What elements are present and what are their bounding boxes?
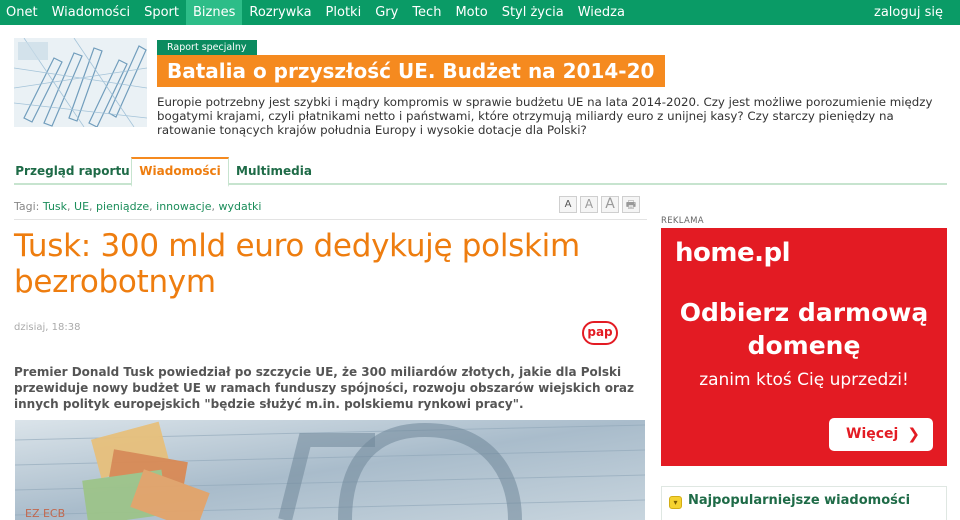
euro-banknote-photo: EZ ECB (15, 420, 645, 520)
tab-przeglad-raportu[interactable]: Przegląd raportu (14, 157, 131, 185)
nav-item-styl-zycia[interactable]: Styl życia (495, 0, 571, 25)
nav-item-wiadomosci[interactable]: Wiadomości (45, 0, 138, 25)
report-tabs: Przegląd raportu Wiadomości Multimedia (14, 157, 947, 187)
font-size-small-button[interactable]: A (559, 196, 577, 213)
nav-item-onet[interactable]: Onet (0, 0, 45, 25)
font-size-large-button[interactable]: A (601, 196, 619, 213)
report-thumbnail[interactable] (14, 38, 147, 127)
euro-notes-illustration (14, 38, 147, 127)
ad-label: REKLAMA (661, 216, 704, 226)
svg-text:EZ ECB: EZ ECB (25, 507, 65, 520)
ad-subtitle: zanim ktoś Cię uprzedzi! (699, 370, 909, 390)
tab-multimedia[interactable]: Multimedia (229, 157, 319, 185)
tag-link[interactable]: UE (74, 200, 89, 213)
divider (14, 219, 647, 220)
article-tools: A A A 🖶 (559, 196, 640, 213)
font-size-medium-button[interactable]: A (580, 196, 598, 213)
top-navigation: Onet Wiadomości Sport Biznes Rozrywka Pl… (0, 0, 960, 25)
ad-brand: home.pl (675, 238, 791, 268)
tag-link[interactable]: wydatki (218, 200, 261, 213)
login-link[interactable]: zaloguj się (874, 0, 943, 25)
chevron-down-icon[interactable]: ▾ (669, 496, 682, 509)
report-badge[interactable]: Raport specjalny (157, 40, 257, 55)
report-description: Europie potrzebny jest szybki i mądry ko… (157, 95, 933, 137)
nav-item-plotki[interactable]: Plotki (319, 0, 369, 25)
article-headline: Tusk: 300 mld euro dedykuję polskim bezr… (14, 228, 580, 300)
tags-label: Tagi: (14, 200, 40, 213)
tag-link[interactable]: Tusk (43, 200, 67, 213)
pap-logo: pap (582, 321, 618, 345)
nav-item-rozrywka[interactable]: Rozrywka (242, 0, 318, 25)
article-tags: Tagi: Tusk, UE, pieniądze, innowacje, wy… (14, 200, 262, 213)
nav-item-wiedza[interactable]: Wiedza (571, 0, 632, 25)
home-pl-advertisement[interactable]: home.pl Odbierz darmową domenę zanim kto… (661, 228, 947, 466)
ad-button-label: Więcej (846, 426, 899, 442)
nav-item-moto[interactable]: Moto (448, 0, 494, 25)
nav-item-tech[interactable]: Tech (405, 0, 448, 25)
nav-item-sport[interactable]: Sport (137, 0, 186, 25)
tag-link[interactable]: pieniądze (96, 200, 149, 213)
tag-link[interactable]: innowacje (156, 200, 211, 213)
tab-wiadomosci[interactable]: Wiadomości (131, 157, 229, 187)
nav-item-gry[interactable]: Gry (368, 0, 405, 25)
article-photo[interactable]: EZ ECB (15, 420, 645, 520)
popular-news-header[interactable]: ▾ Najpopularniejsze wiadomości (662, 487, 948, 520)
report-title[interactable]: Batalia o przyszłość UE. Budżet na 2014-… (157, 55, 665, 87)
nav-item-biznes[interactable]: Biznes (186, 0, 243, 25)
article-lead: Premier Donald Tusk powiedział po szczyc… (14, 365, 634, 411)
ad-headline: Odbierz darmową domenę (679, 298, 929, 360)
print-icon[interactable]: 🖶 (622, 196, 640, 213)
popular-news-box: ▾ Najpopularniejsze wiadomości (661, 486, 947, 520)
article-date: dzisiaj, 18:38 (14, 322, 81, 333)
ad-more-button[interactable]: Więcej ❯ (829, 418, 933, 451)
chevron-right-icon: ❯ (907, 425, 920, 443)
popular-news-title: Najpopularniejsze wiadomości (688, 493, 911, 508)
